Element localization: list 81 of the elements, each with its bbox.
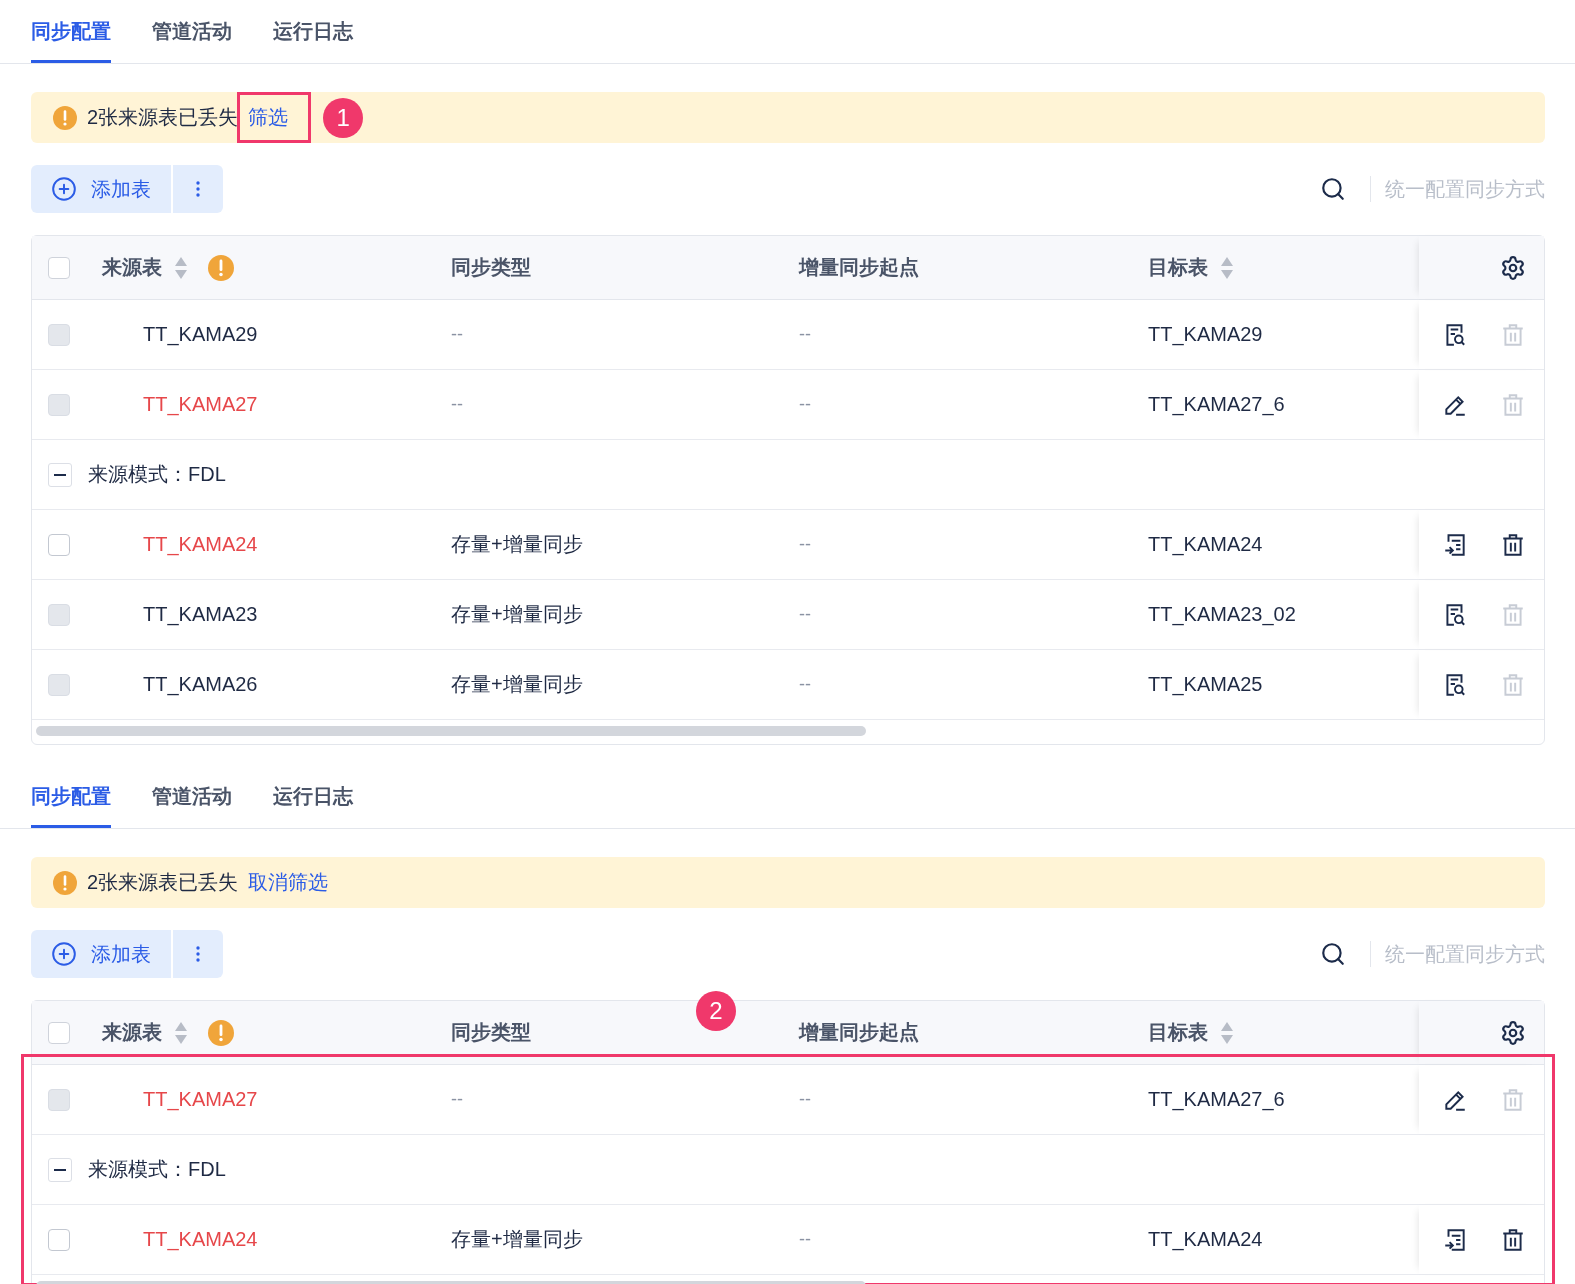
column-header: 目标表	[1148, 255, 1208, 280]
more-button[interactable]	[173, 930, 223, 978]
vertical-dots-icon	[196, 181, 200, 197]
source-table-cell-text: TT_KAMA27	[142, 1088, 259, 1111]
group-label: 来源模式：FDL	[88, 462, 226, 487]
document-arrow-icon[interactable]	[1442, 1226, 1468, 1253]
plus-icon	[51, 176, 77, 202]
sync-type-cell-text: 存量+增量同步	[451, 1227, 584, 1252]
row-checkbox[interactable]	[48, 1228, 70, 1251]
column-header: 同步类型	[451, 255, 531, 280]
column-header: 增量同步起点	[799, 1020, 919, 1045]
filter-link[interactable]: 筛选	[248, 104, 289, 131]
vertical-dots-icon	[196, 946, 200, 962]
start-point-cell-text: --	[799, 394, 812, 415]
annotation-badge: 1	[323, 97, 364, 138]
select-all-checkbox[interactable]	[48, 1021, 70, 1044]
alert-message: 2张来源表已丢失	[87, 870, 239, 895]
warning-icon	[53, 105, 77, 130]
source-table-cell-text: TT_KAMA27	[142, 393, 259, 416]
warning-icon	[208, 1019, 234, 1046]
delete-icon[interactable]	[1500, 1226, 1526, 1253]
sync-type-cell-text: 存量+增量同步	[451, 672, 584, 697]
warning-icon	[53, 870, 77, 895]
document-arrow-icon[interactable]	[1442, 531, 1468, 558]
source-table-cell-text: TT_KAMA26	[142, 673, 259, 696]
group-label: 来源模式：FDL	[88, 1157, 226, 1182]
target-table-cell-text: TT_KAMA23_02	[1148, 603, 1297, 626]
delete-icon[interactable]	[1500, 531, 1526, 558]
target-table-cell-text: TT_KAMA27_6	[1148, 1088, 1286, 1111]
row-checkbox[interactable]	[48, 533, 70, 556]
column-header: 来源表	[102, 255, 162, 280]
target-table-cell-text: TT_KAMA25	[1148, 673, 1264, 696]
horizontal-scrollbar[interactable]	[36, 726, 866, 736]
tab[interactable]: 运行日志	[273, 0, 353, 63]
select-all-checkbox[interactable]	[48, 256, 70, 279]
warning-icon	[208, 254, 234, 281]
sync-type-cell-text: 存量+增量同步	[451, 532, 584, 557]
search-icon[interactable]	[1320, 941, 1346, 967]
source-table-cell-text: TT_KAMA23	[142, 603, 259, 626]
tab[interactable]: 同步配置	[31, 0, 111, 63]
tab[interactable]: 同步配置	[31, 765, 111, 828]
add-table-button[interactable]: 添加表	[31, 165, 171, 213]
start-point-cell-text: --	[799, 534, 812, 555]
column-header: 来源表	[102, 1020, 162, 1045]
tab[interactable]: 管道活动	[152, 765, 232, 828]
target-table-cell-text: TT_KAMA27_6	[1148, 393, 1286, 416]
search-icon[interactable]	[1320, 176, 1346, 202]
sync-type-cell-text: --	[451, 1089, 464, 1110]
add-table-button[interactable]: 添加表	[31, 930, 171, 978]
plus-icon	[51, 941, 77, 967]
filter-link[interactable]: 取消筛选	[248, 869, 329, 896]
column-header: 目标表	[1148, 1020, 1208, 1045]
sync-type-cell-text: --	[451, 324, 464, 345]
minus-icon	[54, 1168, 66, 1171]
source-table-cell-text: TT_KAMA24	[142, 533, 259, 556]
table-row[interactable]: TT_KAMA24 存量+增量同步 -- TT_KAMA24	[32, 1205, 1544, 1275]
collapse-toggle[interactable]	[48, 1157, 72, 1182]
annotation-badge: 2	[696, 991, 736, 1031]
collapse-toggle[interactable]	[48, 462, 72, 487]
start-point-cell-text: --	[799, 604, 812, 625]
minus-icon	[54, 473, 66, 476]
start-point-cell-text: --	[799, 324, 812, 345]
table-row[interactable]: TT_KAMA24 存量+增量同步 -- TT_KAMA24	[32, 510, 1544, 580]
settings-icon[interactable]	[1500, 1019, 1526, 1046]
source-table-cell-text: TT_KAMA24	[142, 1228, 259, 1251]
column-header: 增量同步起点	[799, 255, 919, 280]
source-table-cell-text: TT_KAMA29	[142, 323, 259, 346]
target-table-cell-text: TT_KAMA24	[1148, 1228, 1264, 1251]
sync-type-cell-text: --	[451, 394, 464, 415]
start-point-cell-text: --	[799, 674, 812, 695]
tab[interactable]: 运行日志	[273, 765, 353, 828]
alert-message: 2张来源表已丢失	[87, 105, 239, 130]
column-header: 同步类型	[451, 1020, 531, 1045]
start-point-cell-text: --	[799, 1229, 812, 1250]
settings-icon[interactable]	[1500, 254, 1526, 281]
target-table-cell-text: TT_KAMA29	[1148, 323, 1264, 346]
target-table-cell-text: TT_KAMA24	[1148, 533, 1264, 556]
start-point-cell-text: --	[799, 1089, 812, 1110]
sync-type-cell-text: 存量+增量同步	[451, 602, 584, 627]
more-button[interactable]	[173, 165, 223, 213]
tab[interactable]: 管道活动	[152, 0, 232, 63]
